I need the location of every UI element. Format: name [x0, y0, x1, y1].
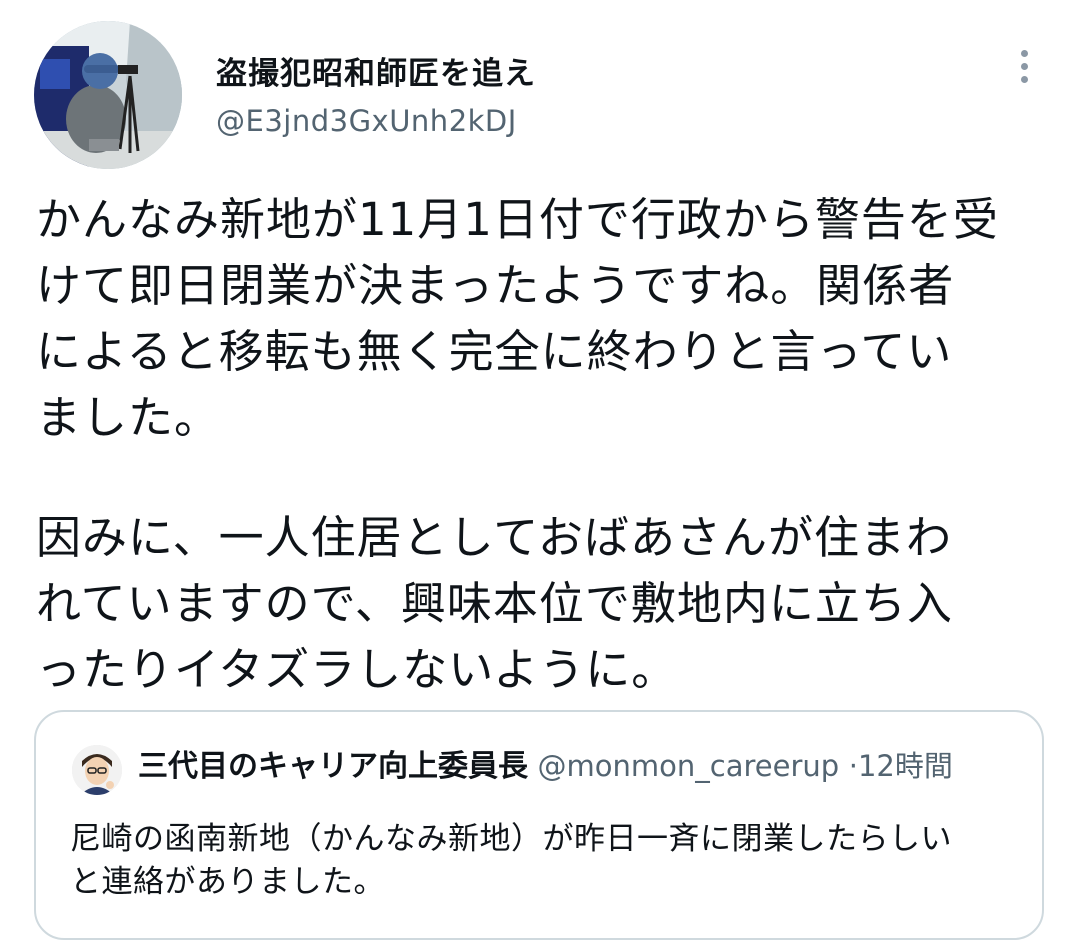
tweet-text-line: によると移転も無く完全に終わりと言ってい	[36, 325, 953, 378]
tweet-text-line: ったりイタズラしないように。	[36, 643, 678, 696]
quoted-tweet-timestamp[interactable]: 12時間	[858, 749, 953, 783]
quoted-tweet-card[interactable]: 三代目のキャリア向上委員長 @monmon_careerup ·12時間 尼崎の…	[34, 710, 1044, 940]
tweet-text-line: れていますので、興味本位で敷地内に立ち入	[36, 577, 953, 630]
more-icon[interactable]	[1004, 42, 1044, 90]
quoted-author-handle[interactable]: @monmon_careerup	[538, 749, 840, 783]
quoted-tweet-header: 三代目のキャリア向上委員長 @monmon_careerup ·12時間	[138, 750, 953, 783]
tweet-text-line: けて即日閉業が決まったようですね。関係者	[36, 259, 955, 312]
quoted-tweet-text-line: と連絡がありました。	[70, 864, 385, 900]
author-avatar-photo	[34, 21, 182, 169]
quoted-header-separator: ·	[848, 749, 858, 783]
quoted-tweet-text-line: 尼崎の函南新地（かんなみ新地）が昨日一斉に閉業したらしい	[70, 821, 952, 857]
tweet-text-line: 因みに、一人住居としておばあさんが住まわ	[36, 511, 952, 564]
author-handle[interactable]: @E3jnd3GxUnh2kDJ	[216, 104, 517, 138]
tweet-text-line: かんなみ新地が11月1日付で行政から警告を受	[36, 193, 999, 246]
more-icon-dot	[1020, 49, 1028, 57]
quoted-author-display-name[interactable]: 三代目のキャリア向上委員長	[138, 749, 528, 784]
tweet[interactable]: 盗撮犯昭和師匠を追え @E3jnd3GxUnh2kDJ かんなみ新地が11月1日…	[0, 0, 1078, 940]
quoted-author-avatar-illustration	[72, 745, 122, 795]
author-display-name[interactable]: 盗撮犯昭和師匠を追え	[216, 48, 536, 93]
tweet-text-line: ました。	[36, 391, 221, 444]
more-icon-dot	[1020, 62, 1028, 70]
more-icon-dot	[1020, 75, 1028, 83]
quoted-author-avatar[interactable]	[72, 745, 122, 795]
author-avatar[interactable]	[34, 21, 182, 169]
